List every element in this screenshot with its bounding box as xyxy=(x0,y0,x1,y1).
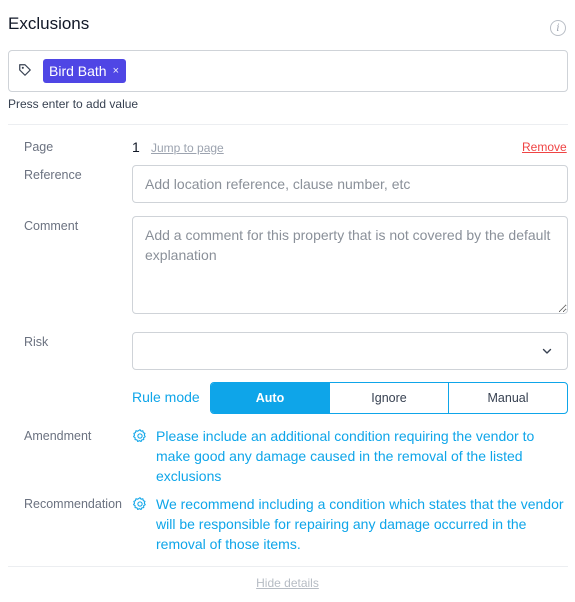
rule-mode-auto-button[interactable]: Auto xyxy=(211,383,329,413)
page-label: Page xyxy=(24,140,54,154)
tag-remove-icon[interactable]: × xyxy=(113,65,119,77)
jump-to-page-link[interactable]: Jump to page xyxy=(151,141,224,155)
recommendation-note: We recommend including a condition which… xyxy=(132,494,568,554)
risk-select[interactable] xyxy=(132,332,568,370)
recommendation-text: We recommend including a condition which… xyxy=(156,496,564,552)
amendment-text: Please include an additional condition r… xyxy=(156,428,535,484)
divider xyxy=(8,124,568,125)
hide-details-link[interactable]: Hide details xyxy=(0,576,575,590)
page-number: 1 xyxy=(132,139,140,155)
divider xyxy=(8,566,568,567)
gear-icon[interactable] xyxy=(132,428,148,444)
chevron-down-icon xyxy=(542,348,552,354)
info-icon[interactable]: i xyxy=(550,20,566,36)
tag-chip-label: Bird Bath xyxy=(49,63,107,79)
rule-mode-toggle: Auto Ignore Manual xyxy=(210,382,568,414)
amendment-note: Please include an additional condition r… xyxy=(132,426,568,486)
gear-icon[interactable] xyxy=(132,496,148,512)
tag-chip: Bird Bath × xyxy=(43,59,127,83)
reference-input[interactable] xyxy=(132,165,568,203)
comment-textarea[interactable] xyxy=(132,216,568,314)
section-title: Exclusions xyxy=(8,14,90,33)
rule-mode-manual-button[interactable]: Manual xyxy=(448,383,567,413)
amendment-label: Amendment xyxy=(24,429,92,443)
recommendation-label: Recommendation xyxy=(24,497,122,511)
rule-mode-ignore-button[interactable]: Ignore xyxy=(329,383,448,413)
tag-icon xyxy=(19,64,31,76)
reference-label: Reference xyxy=(24,168,82,182)
remove-link[interactable]: Remove xyxy=(522,140,567,154)
risk-label: Risk xyxy=(24,335,49,349)
comment-label: Comment xyxy=(24,219,79,233)
tag-input-hint: Press enter to add value xyxy=(8,97,139,111)
rule-mode-label: Rule mode xyxy=(132,389,200,405)
